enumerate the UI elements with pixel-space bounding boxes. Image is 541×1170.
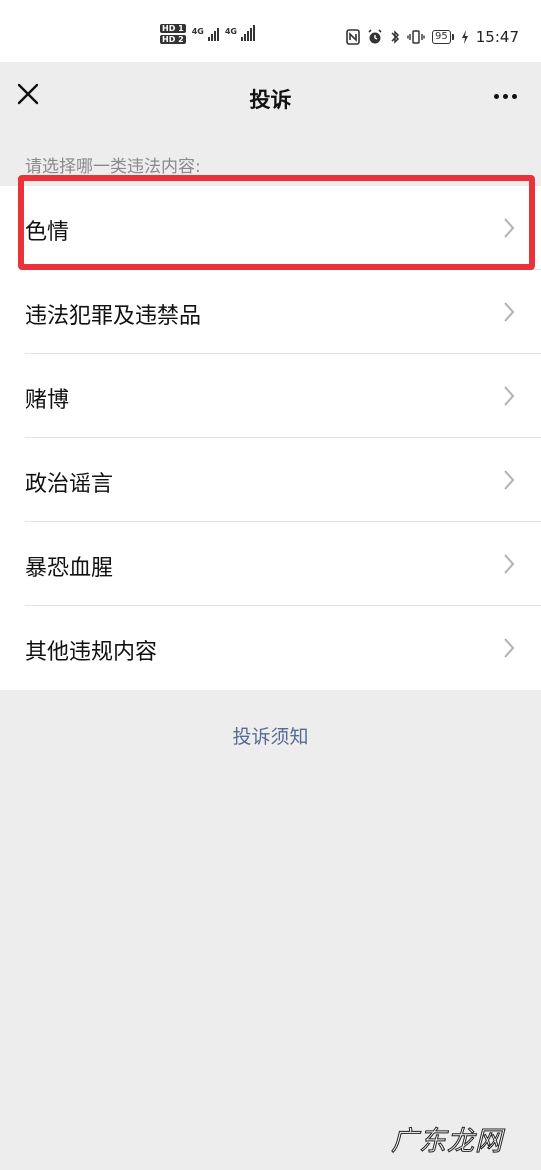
- hd2-badge: HD 2: [160, 35, 186, 44]
- battery-level: 95: [432, 30, 451, 44]
- list-item-label: 暴恐血腥: [25, 556, 114, 581]
- category-item-illegal-crime[interactable]: 违法犯罪及违禁品: [0, 270, 541, 354]
- watermark: 广东龙网: [391, 1126, 503, 1158]
- chevron-right-icon: [504, 554, 515, 574]
- category-item-other-violation[interactable]: 其他违规内容: [0, 606, 541, 690]
- category-item-political-rumor[interactable]: 政治谣言: [0, 438, 541, 522]
- category-item-gambling[interactable]: 赌博: [0, 354, 541, 438]
- system-indicators: 95 15:47: [346, 28, 519, 46]
- hd1-badge: HD 1: [160, 24, 186, 33]
- complaint-notice-link[interactable]: 投诉须知: [0, 722, 541, 749]
- chevron-right-icon: [504, 470, 515, 490]
- signal-icon: [240, 25, 255, 41]
- chevron-right-icon: [504, 638, 515, 658]
- chevron-right-icon: [504, 386, 515, 406]
- nav-bar: 投诉: [0, 62, 541, 130]
- battery-icon: 95: [432, 30, 454, 44]
- vibrate-icon: [407, 30, 425, 44]
- chevron-right-icon: [504, 302, 515, 322]
- status-bar: HD 1 HD 2 4G 4G 95 15:47: [0, 0, 541, 62]
- list-item-label: 违法犯罪及违禁品: [25, 304, 202, 329]
- network-type-1: 4G: [191, 26, 204, 36]
- category-prompt: 请选择哪一类违法内容:: [25, 157, 201, 177]
- list-item-label: 政治谣言: [25, 472, 114, 497]
- more-dot-icon: [502, 93, 508, 99]
- list-item-label: 色情: [25, 220, 70, 245]
- chevron-right-icon: [504, 218, 515, 238]
- alarm-icon: [368, 29, 382, 44]
- category-item-violence-terror[interactable]: 暴恐血腥: [0, 522, 541, 606]
- category-list: 色情 违法犯罪及违禁品 赌博 政治谣言 暴恐血腥 其他违规内容: [0, 186, 541, 690]
- more-options-button[interactable]: [487, 82, 523, 110]
- charging-icon: [461, 30, 468, 44]
- nfc-icon: [346, 29, 360, 45]
- more-dot-icon: [493, 93, 499, 99]
- list-item-label: 其他违规内容: [25, 640, 158, 665]
- network-indicators: HD 1 HD 2 4G 4G: [160, 24, 255, 44]
- page-title: 投诉: [249, 88, 292, 112]
- bluetooth-icon: [391, 30, 400, 44]
- signal-icon: [207, 27, 219, 41]
- list-item-label: 赌博: [25, 388, 70, 413]
- hd-badges: HD 1 HD 2: [160, 24, 186, 44]
- network-type-2: 4G: [224, 26, 237, 36]
- category-item-pornography[interactable]: 色情: [0, 186, 541, 270]
- more-dot-icon: [511, 93, 517, 99]
- clock: 15:47: [475, 28, 519, 46]
